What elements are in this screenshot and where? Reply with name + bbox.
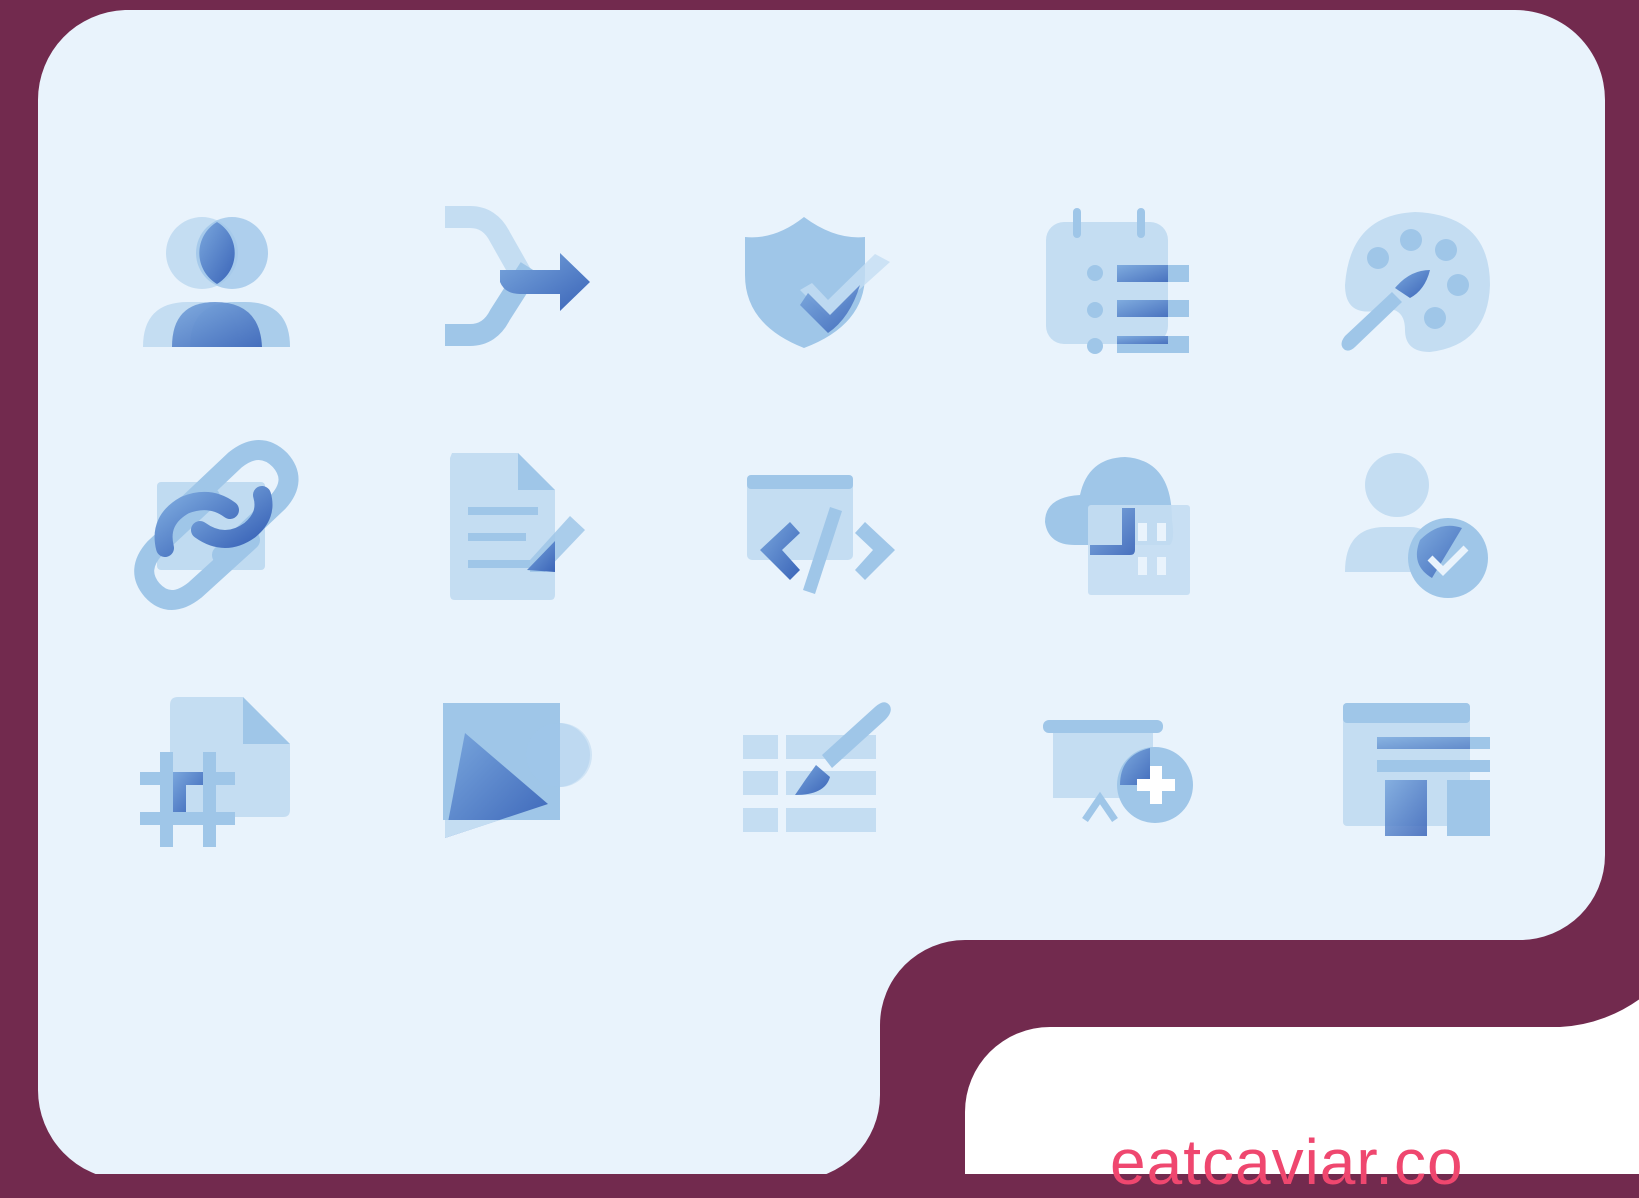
- brand-link-text[interactable]: eatcaviar.co: [1110, 1130, 1550, 1194]
- illustration-canvas: [38, 10, 1639, 1174]
- layout-template-icon: [1343, 703, 1490, 836]
- light-panel: [38, 10, 1605, 1174]
